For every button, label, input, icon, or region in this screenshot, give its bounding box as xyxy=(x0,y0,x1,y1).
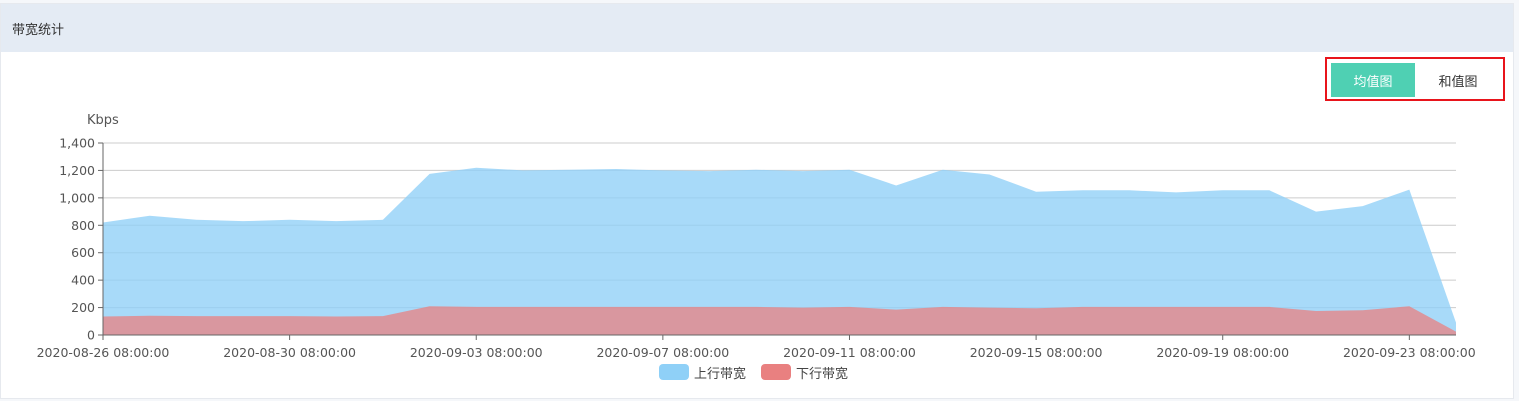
y-tick-label: 800 xyxy=(71,218,95,233)
x-tick-label: 2020-09-19 08:00:00 xyxy=(1156,345,1289,360)
legend: 上行带宽 下行带宽 xyxy=(659,364,848,382)
x-tick-label: 2020-09-11 08:00:00 xyxy=(783,345,916,360)
x-tick-label: 2020-09-23 08:00:00 xyxy=(1343,345,1476,360)
legend-label: 上行带宽 xyxy=(694,366,746,382)
sum-chart-button[interactable]: 和值图 xyxy=(1416,63,1500,97)
x-tick-label: 2020-08-30 08:00:00 xyxy=(223,345,356,360)
bandwidth-area-chart: 0 200 400 600 800 1,000 1,200 1,400 2020-08-26 0… xyxy=(37,113,1476,382)
area-series xyxy=(103,167,1456,335)
y-tick-label: 1,000 xyxy=(59,190,95,205)
y-tick-label: 1,200 xyxy=(59,163,95,178)
legend-label: 下行带宽 xyxy=(796,366,848,382)
y-tick-label: 200 xyxy=(71,300,95,315)
chart-mode-toggle: 均值图 和值图 xyxy=(1325,57,1505,101)
y-tick-label: 600 xyxy=(71,245,95,260)
y-tick-label: 0 xyxy=(87,328,95,343)
legend-upstream[interactable]: 上行带宽 xyxy=(659,364,746,382)
x-tick-label: 2020-09-15 08:00:00 xyxy=(970,345,1103,360)
legend-downstream[interactable]: 下行带宽 xyxy=(761,364,848,382)
average-chart-button[interactable]: 均值图 xyxy=(1331,63,1415,97)
y-tick-label: 400 xyxy=(71,273,95,288)
y-axis-unit-label: Kbps xyxy=(87,113,119,128)
legend-swatch xyxy=(761,364,791,380)
x-tick-label: 2020-08-26 08:00:00 xyxy=(37,345,170,360)
x-tick-label: 2020-09-07 08:00:00 xyxy=(596,345,729,360)
legend-swatch xyxy=(659,364,689,380)
y-tick-label: 1,400 xyxy=(59,136,95,151)
x-tick-label: 2020-09-03 08:00:00 xyxy=(410,345,543,360)
